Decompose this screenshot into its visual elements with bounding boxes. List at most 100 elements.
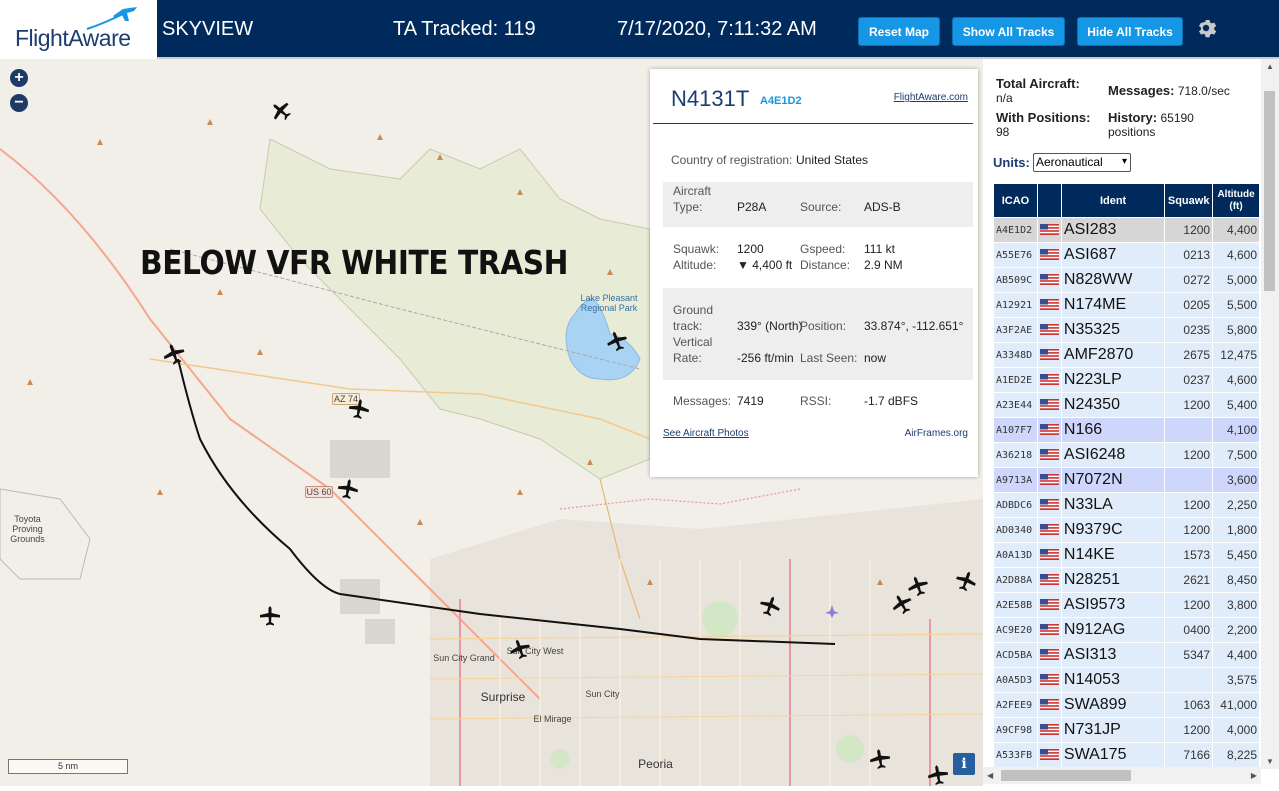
aircraft-icon[interactable] <box>160 340 188 367</box>
cell-flag <box>1036 667 1062 693</box>
us-flag-icon <box>1039 449 1059 461</box>
cell-squawk: 2675 <box>1164 342 1214 368</box>
flightaware-link[interactable]: FlightAware.com <box>894 92 968 103</box>
scrollbar-thumb[interactable] <box>1264 91 1275 291</box>
cell-ident: N731JP <box>1060 717 1166 743</box>
squawk-label: Squawk: <box>673 242 720 256</box>
table-header: ICAO Ident Squawk Altitude (ft) <box>993 183 1260 218</box>
aircraft-detail-panel: N4131T A4E1D2 FlightAware.com Country of… <box>650 69 978 477</box>
us-flag-icon <box>1039 549 1059 561</box>
scrollbar-thumb[interactable] <box>1001 770 1131 781</box>
aircraft-icon[interactable] <box>604 328 630 354</box>
cell-altitude: 3,575 <box>1212 667 1260 693</box>
table-row[interactable]: A2E58B ASI9573 1200 3,800 <box>993 592 1260 618</box>
messages-value: 718.0/sec <box>1177 84 1230 98</box>
cell-icao: A9713A <box>993 467 1038 493</box>
aircraft-icon[interactable] <box>926 763 950 786</box>
info-button[interactable]: i <box>953 753 975 775</box>
table-row[interactable]: ACD5BA ASI313 5347 4,400 <box>993 642 1260 668</box>
aircraft-icon[interactable] <box>347 397 371 421</box>
cell-squawk: 0213 <box>1164 242 1214 268</box>
aircraft-icon[interactable] <box>507 636 533 662</box>
table-row[interactable]: A533FB SWA175 7166 8,225 <box>993 742 1260 768</box>
cell-altitude: 7,500 <box>1212 442 1260 468</box>
position-label: Position: <box>800 319 847 333</box>
altitude-value: ▼ 4,400 ft <box>737 258 793 272</box>
cell-icao: A107F7 <box>993 417 1038 443</box>
table-row[interactable]: A55E76 ASI687 0213 4,600 <box>993 242 1260 268</box>
scroll-down-icon[interactable]: ▼ <box>1266 757 1274 766</box>
hide-all-tracks-button[interactable]: Hide All Tracks <box>1077 17 1183 46</box>
vertical-scrollbar[interactable]: ▲ ▼ <box>1261 59 1279 769</box>
table-row[interactable]: A3F2AE N35325 0235 5,800 <box>993 317 1260 343</box>
table-row[interactable]: A2FEE9 SWA899 1063 41,000 <box>993 692 1260 718</box>
table-row[interactable]: A0A5D3 N14053 3,575 <box>993 667 1260 693</box>
table-row[interactable]: AC9E20 N912AG 0400 2,200 <box>993 617 1260 643</box>
table-row[interactable]: AD0340 N9379C 1200 1,800 <box>993 517 1260 543</box>
table-row[interactable]: A3348D AMF2870 2675 12,475 <box>993 342 1260 368</box>
divider <box>653 123 973 124</box>
airframes-link[interactable]: AirFrames.org <box>905 428 968 439</box>
us-flag-icon <box>1039 349 1059 361</box>
cell-icao: A533FB <box>993 742 1038 768</box>
column-header-squawk[interactable]: Squawk <box>1164 183 1214 218</box>
cell-squawk: 1200 <box>1164 592 1214 618</box>
vertical-rate-label-2: Rate: <box>673 351 702 365</box>
column-header-altitude[interactable]: Altitude (ft) <box>1212 183 1260 218</box>
us-flag-icon <box>1039 299 1059 311</box>
cell-ident: N223LP <box>1060 367 1166 393</box>
aircraft-icon[interactable] <box>336 477 360 501</box>
aircraft-icon[interactable] <box>888 590 916 618</box>
table-row[interactable]: A1ED2E N223LP 0237 4,600 <box>993 367 1260 393</box>
scroll-right-icon[interactable]: ▶ <box>1251 771 1257 780</box>
total-aircraft-label: Total Aircraft: <box>996 76 1080 91</box>
cell-icao: A0A13D <box>993 542 1038 568</box>
column-header-flag[interactable] <box>1036 183 1062 218</box>
cell-icao: A3F2AE <box>993 317 1038 343</box>
aircraft-icon[interactable] <box>757 593 783 619</box>
table-row[interactable]: A23E44 N24350 1200 5,400 <box>993 392 1260 418</box>
table-row[interactable]: A36218 ASI6248 1200 7,500 <box>993 442 1260 468</box>
cell-altitude: 4,000 <box>1212 717 1260 743</box>
cell-flag <box>1036 492 1062 518</box>
messages-label: Messages: <box>1108 83 1175 98</box>
table-row[interactable]: A9CF98 N731JP 1200 4,000 <box>993 717 1260 743</box>
aircraft-photos-link[interactable]: See Aircraft Photos <box>663 428 749 439</box>
aircraft-icon[interactable] <box>953 568 979 594</box>
scroll-up-icon[interactable]: ▲ <box>1266 62 1274 71</box>
table-row[interactable]: A0A13D N14KE 1573 5,450 <box>993 542 1260 568</box>
cell-ident: N9379C <box>1060 517 1166 543</box>
sidebar: Total Aircraft: n/a Messages: 718.0/sec … <box>983 59 1279 791</box>
table-row[interactable]: A2D88A N28251 2621 8,450 <box>993 567 1260 593</box>
horizontal-scrollbar[interactable]: ◀ ▶ <box>983 767 1261 784</box>
table-row[interactable]: ADBDC6 N33LA 1200 2,250 <box>993 492 1260 518</box>
table-row[interactable]: A4E1D2 ASI283 1200 4,400 <box>993 217 1260 243</box>
aircraft-type-value: P28A <box>737 200 767 214</box>
aircraft-icon[interactable] <box>905 573 931 599</box>
column-header-ident[interactable]: Ident <box>1060 183 1166 218</box>
table-row[interactable]: A9713A N7072N 3,600 <box>993 467 1260 493</box>
reset-map-button[interactable]: Reset Map <box>858 17 940 46</box>
scroll-left-icon[interactable]: ◀ <box>987 771 993 780</box>
cell-icao: A3348D <box>993 342 1038 368</box>
table-row[interactable]: AB509C N828WW 0272 5,000 <box>993 267 1260 293</box>
table-row[interactable]: A12921 N174ME 0205 5,500 <box>993 292 1260 318</box>
show-all-tracks-button[interactable]: Show All Tracks <box>952 17 1065 46</box>
us-flag-icon <box>1039 624 1059 636</box>
gspeed-label: Gspeed: <box>800 242 846 256</box>
us-flag-icon <box>1039 374 1059 386</box>
history-label: History: <box>1108 110 1158 125</box>
table-row[interactable]: A107F7 N166 4,100 <box>993 417 1260 443</box>
with-positions-value: 98 <box>996 125 1010 139</box>
aircraft-icon[interactable] <box>266 96 295 125</box>
aircraft-icon[interactable] <box>868 747 892 771</box>
cell-flag <box>1036 442 1062 468</box>
cell-squawk: 1200 <box>1164 217 1214 243</box>
gear-icon[interactable] <box>1194 16 1218 40</box>
cell-ident: N912AG <box>1060 617 1166 643</box>
column-header-icao[interactable]: ICAO <box>993 183 1038 218</box>
gspeed-value: 111 kt <box>864 242 895 256</box>
aircraft-icon[interactable] <box>260 606 280 626</box>
units-select[interactable]: Aeronautical ▾ <box>1033 153 1131 172</box>
flightaware-logo[interactable]: FlightAware <box>0 0 157 59</box>
